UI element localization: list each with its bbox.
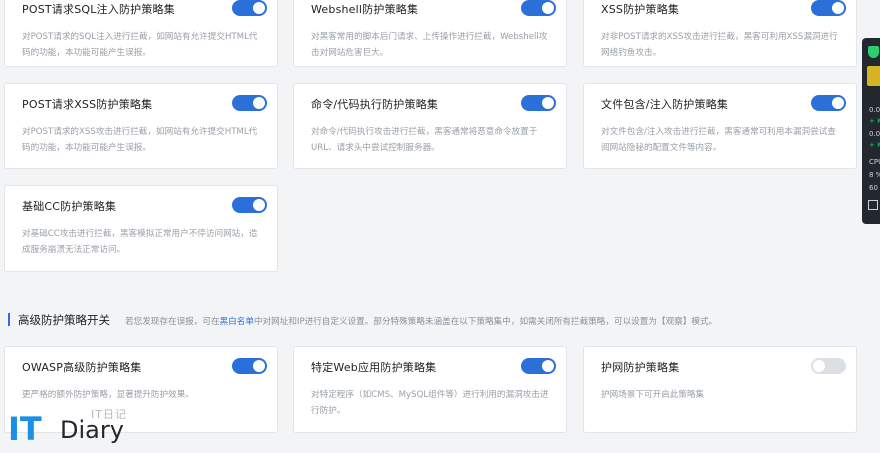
toggle-switch[interactable] [232, 358, 267, 374]
note-text-after: 中对网址和IP进行自定义设置。部分特殊策略未涵盖在以下策略集中，如需关闭所有拦截… [253, 317, 718, 327]
toggle-knob [253, 2, 265, 14]
card-description: 对POST请求的SQL注入进行拦截，如网站有允许提交HTML代码的功能，本功能可… [22, 32, 258, 58]
card-description: 对基础CC攻击进行拦截，黑客模拟正常用户不停访问网站，造成服务崩溃无法正常访问。 [22, 229, 258, 255]
card-xss: XSS防护策略集 对非POST请求的XSS攻击进行拦截，黑客可利用XSS漏洞进行… [583, 0, 857, 67]
toggle-switch[interactable] [811, 0, 846, 16]
toggle-switch[interactable] [232, 95, 267, 111]
toggle-knob [253, 199, 265, 211]
card-description: 对特定程序（如CMS、MySQL组件等）进行利用的漏洞攻击进行防护。 [311, 390, 549, 416]
monitor-text: + K [869, 117, 880, 125]
toggle-knob [253, 360, 265, 372]
card-description: 对黑客常用的脚本后门请求、上传操作进行拦截，Webshell攻击对网站危害巨大。 [311, 32, 548, 58]
toggle-knob [813, 360, 825, 372]
whitelist-link[interactable]: 黑白名单 [220, 317, 254, 327]
toggle-knob [542, 97, 554, 109]
expand-icon[interactable] [868, 200, 878, 210]
toggle-switch[interactable] [232, 0, 267, 16]
watermark-mark-text: IT [8, 410, 42, 448]
floating-monitor-panel[interactable]: 0.0 + K 0.0 + K CPU 8 % 60 ° [862, 38, 880, 224]
card-description: 更严格的额外防护策略，显著提升防护效果。 [22, 390, 194, 400]
note-text-before: 若您发现存在误报，可在 [125, 317, 220, 327]
toggle-knob [832, 2, 844, 14]
card-webshell: Webshell防护策略集 对黑客常用的脚本后门请求、上传操作进行拦截，Webs… [293, 0, 567, 67]
card-title: 特定Web应用防护策略集 [311, 361, 437, 374]
card-description: 对非POST请求的XSS攻击进行拦截，黑客可利用XSS漏洞进行网络钓鱼攻击。 [601, 32, 838, 58]
section-accent-bar [8, 313, 10, 326]
shield-icon [868, 46, 879, 58]
toggle-switch[interactable] [521, 0, 556, 16]
card-post-sql-injection: POST请求SQL注入防护策略集 对POST请求的SQL注入进行拦截，如网站有允… [4, 0, 278, 67]
card-title: 文件包含/注入防护策略集 [601, 98, 729, 111]
card-title: XSS防护策略集 [601, 3, 680, 16]
toggle-switch[interactable] [811, 95, 846, 111]
monitor-text: + K [869, 141, 880, 149]
watermark-mark: IT [8, 410, 42, 448]
toggle-switch[interactable] [811, 358, 846, 374]
card-command-exec: 命令/代码执行防护策略集 对命令/代码执行攻击进行拦截，黑客通常将恶意命令放置于… [293, 83, 567, 169]
toggle-knob [253, 97, 265, 109]
card-description: 护网场景下可开启此策略集 [601, 390, 705, 400]
card-description: 对POST请求的XSS攻击进行拦截，如网站有允许提交HTML代码的功能，本功能可… [22, 127, 258, 153]
section-note: 若您发现存在误报，可在黑白名单中对网址和IP进行自定义设置。部分特殊策略未涵盖在… [125, 315, 717, 327]
monitor-text: 0.0 [869, 106, 880, 114]
toggle-knob [832, 97, 844, 109]
cpu-value: 8 % [869, 171, 880, 179]
cpu-label: CPU [869, 158, 880, 166]
card-specific-web-app: 特定Web应用防护策略集 对特定程序（如CMS、MySQL组件等）进行利用的漏洞… [293, 346, 567, 433]
card-description: 对命令/代码执行攻击进行拦截，黑客通常将恶意命令放置于URL、请求头中尝试控制服… [311, 127, 538, 153]
mem-value: 60 ° [869, 184, 880, 192]
card-file-inclusion: 文件包含/注入防护策略集 对文件包含/注入攻击进行拦截，黑客通常可利用本漏洞尝试… [583, 83, 857, 169]
card-basic-cc: 基础CC防护策略集 对基础CC攻击进行拦截，黑客模拟正常用户不停访问网站，造成服… [4, 185, 278, 272]
card-title: POST请求XSS防护策略集 [22, 98, 153, 111]
card-title: Webshell防护策略集 [311, 3, 419, 16]
section-title: 高级防护策略开关 [18, 313, 110, 327]
status-indicator [867, 66, 880, 86]
card-title: POST请求SQL注入防护策略集 [22, 3, 175, 16]
watermark-cn: IT日记 [91, 408, 127, 421]
watermark-logo: IT Diary IT日记 [8, 404, 148, 450]
monitor-text: 0.0 [869, 130, 880, 138]
toggle-switch[interactable] [521, 95, 556, 111]
card-title: 基础CC防护策略集 [22, 200, 117, 213]
toggle-knob [542, 360, 554, 372]
toggle-switch[interactable] [232, 197, 267, 213]
toggle-switch[interactable] [521, 358, 556, 374]
card-title: OWASP高级防护策略集 [22, 361, 142, 374]
toggle-knob [542, 2, 554, 14]
card-title: 护网防护策略集 [601, 361, 680, 374]
card-title: 命令/代码执行防护策略集 [311, 98, 439, 111]
card-description: 对文件包含/注入攻击进行拦截，黑客通常可利用本漏洞尝试查阅网站隐秘的配置文件等内… [601, 127, 836, 153]
card-hw-protection: 护网防护策略集 护网场景下可开启此策略集 [583, 346, 857, 433]
card-post-xss: POST请求XSS防护策略集 对POST请求的XSS攻击进行拦截，如网站有允许提… [4, 83, 278, 169]
